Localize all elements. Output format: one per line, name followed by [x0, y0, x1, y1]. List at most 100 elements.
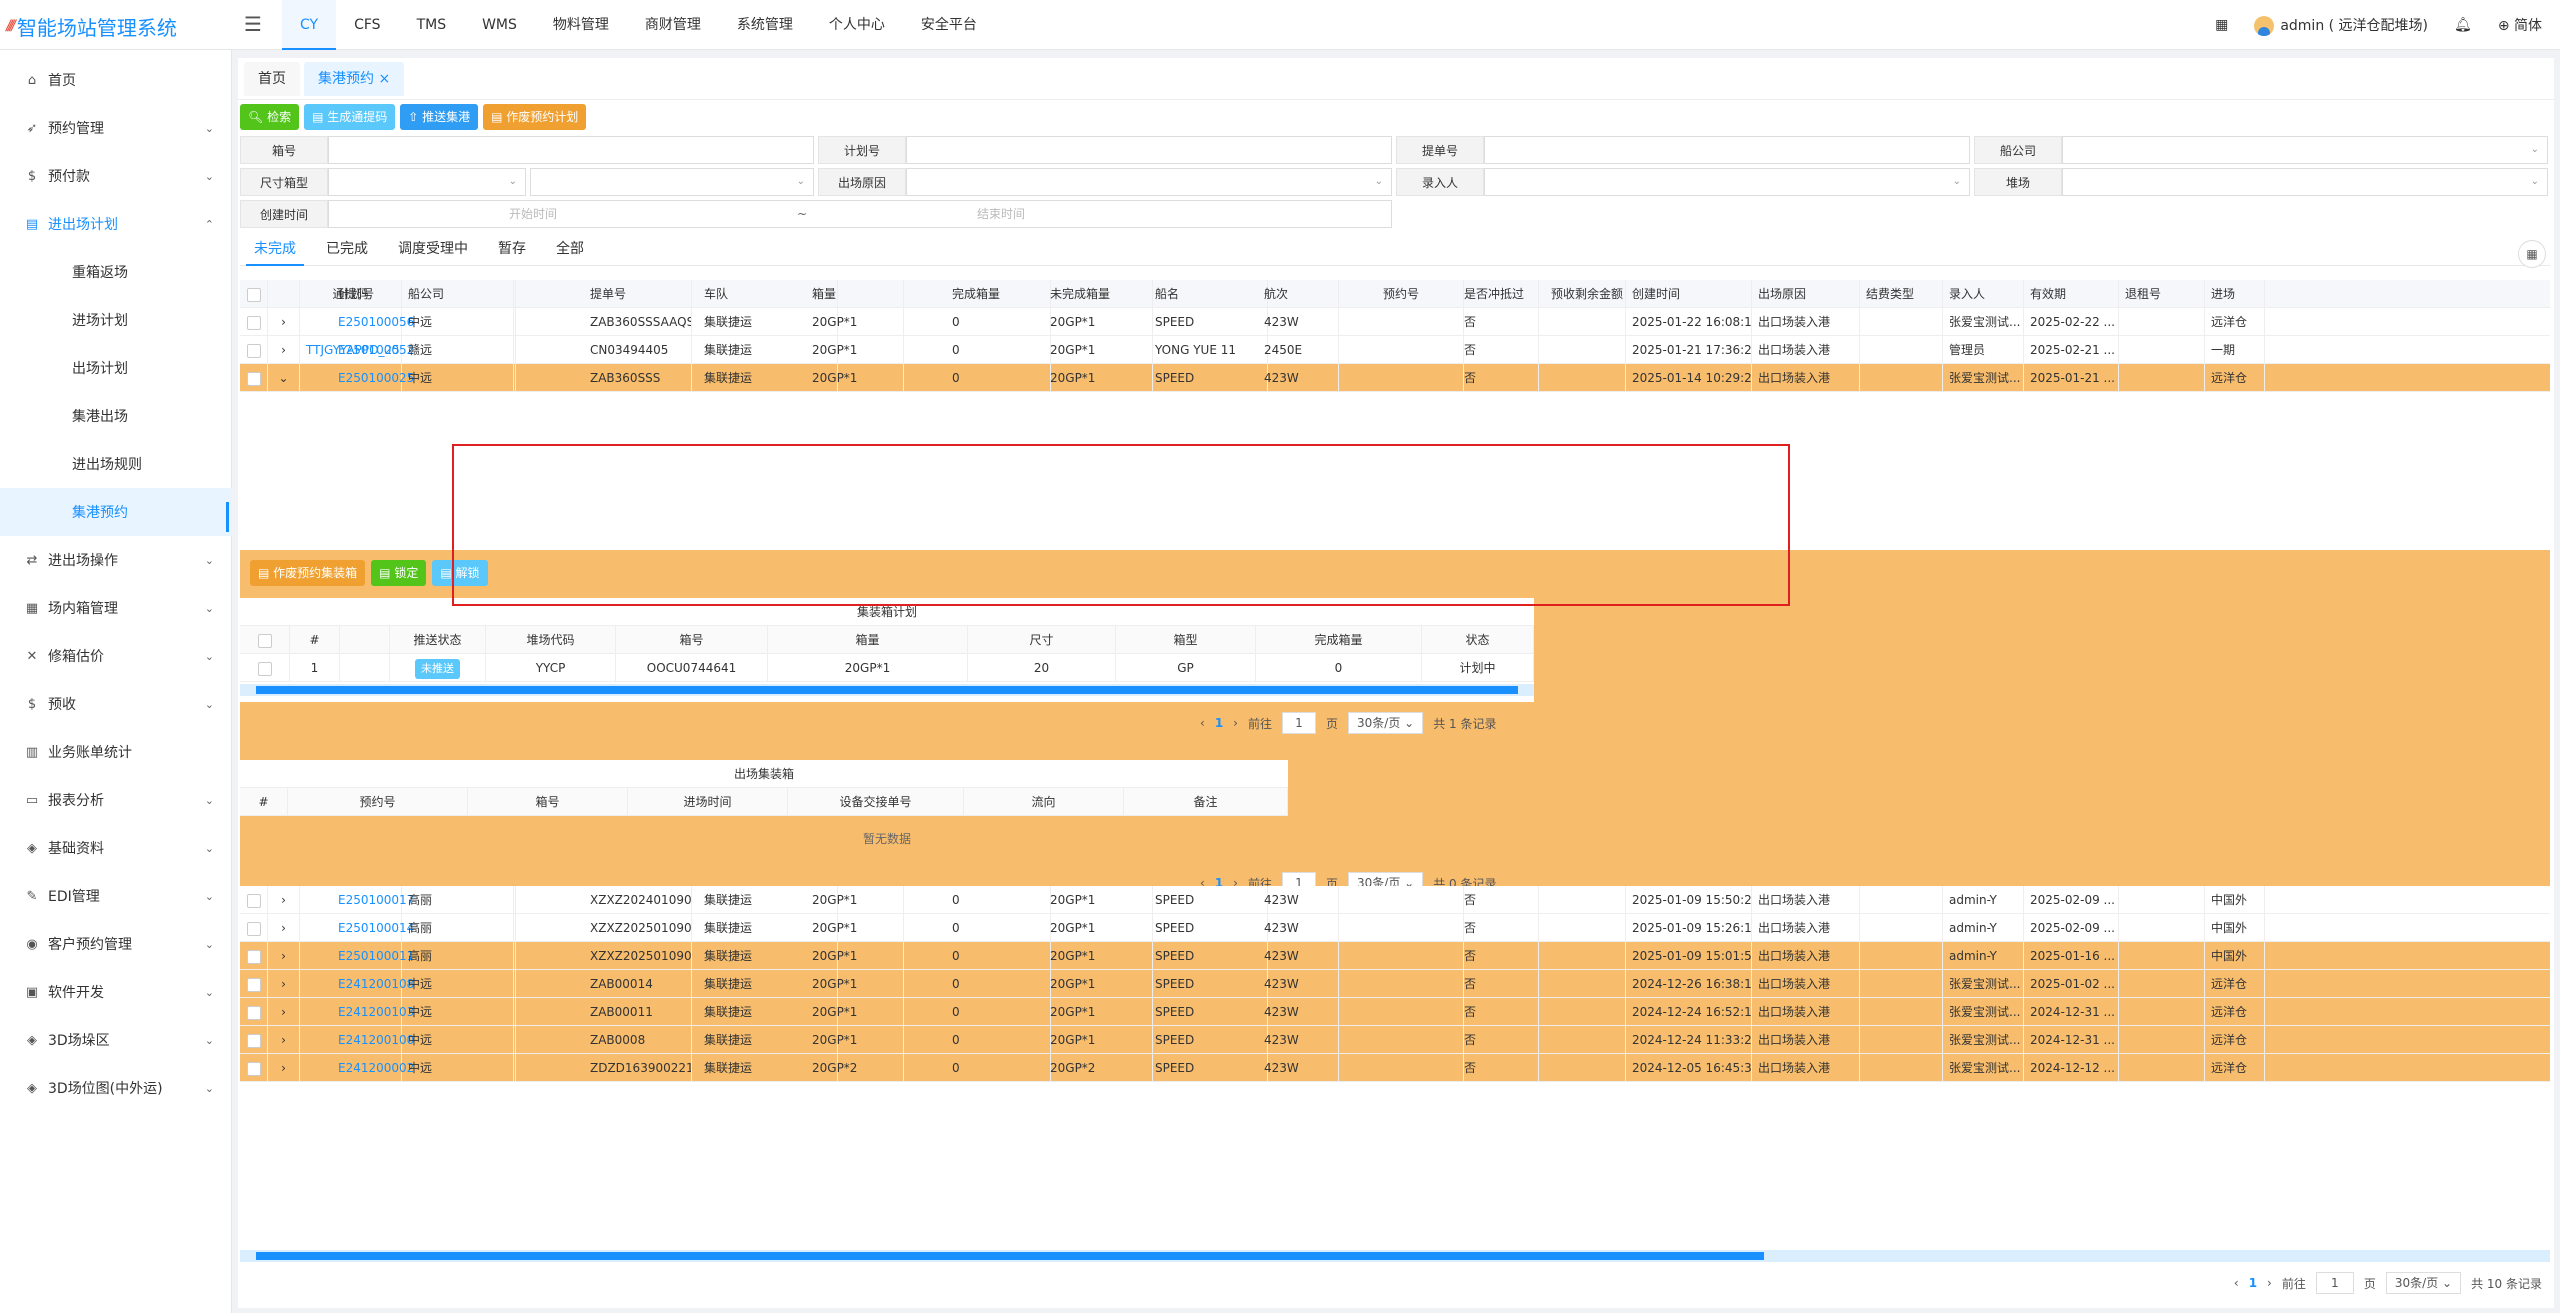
row-checkbox-cell[interactable] [240, 654, 290, 682]
sidebar-item-2[interactable]: $ 预付款 ⌄ [0, 152, 232, 200]
scrollbar-thumb[interactable] [256, 1252, 1764, 1260]
chevron-right-icon[interactable]: › [281, 343, 286, 357]
lock-button[interactable]: ▤ 锁定 [371, 560, 427, 586]
header-checkbox-cell[interactable] [240, 626, 290, 654]
expand-cell[interactable]: › [268, 942, 300, 970]
sidebar-item-9[interactable]: 集港预约 [0, 488, 232, 536]
select-all-checkbox[interactable] [257, 633, 272, 648]
table-row[interactable]: › E241200100 中远 ZAB0008 集联捷运 20GP*1 0 20GP*1 SPE… [240, 1026, 2550, 1054]
created-time-range[interactable]: 开始时间 ~ 结束时间 [328, 200, 1392, 228]
row-checkbox-cell[interactable] [240, 914, 268, 942]
expand-cell[interactable]: › [268, 308, 300, 336]
void-container-button[interactable]: ▤ 作废预约集装箱 [250, 560, 366, 586]
qrcode-icon[interactable]: ▦ [2215, 17, 2228, 33]
sidebar-item-7[interactable]: 集港出场 [0, 392, 232, 440]
sidebar-item-8[interactable]: 进出场规则 [0, 440, 232, 488]
expand-cell[interactable]: › [268, 970, 300, 998]
sidebar-item-6[interactable]: 出场计划 [0, 344, 232, 392]
row-checkbox[interactable] [246, 921, 261, 936]
header-checkbox-cell[interactable] [240, 280, 268, 308]
topnav-item-2[interactable]: TMS [399, 0, 465, 50]
chevron-right-icon[interactable]: › [281, 315, 286, 329]
row-checkbox[interactable] [246, 315, 261, 330]
table-row[interactable]: ›E250100011高丽XZXZ20250109006集联捷运20GP*102… [240, 942, 2550, 970]
row-checkbox-cell[interactable] [240, 336, 268, 364]
sidebar-item-17[interactable]: ✎ EDI管理 ⌄ [0, 872, 232, 920]
row-checkbox[interactable] [246, 949, 261, 964]
topnav-item-3[interactable]: WMS [464, 0, 535, 50]
user-menu[interactable]: admin ( 远洋仓配堆场) [2254, 15, 2428, 36]
sidebar-item-15[interactable]: ▭ 报表分析 ⌄ [0, 776, 232, 824]
plan-no-input[interactable] [906, 136, 1392, 164]
tab-1[interactable]: 集港预约 × [304, 61, 405, 96]
prev-page-icon[interactable]: ‹ [2234, 1276, 2239, 1290]
sidebar-item-16[interactable]: ◈ 基础资料 ⌄ [0, 824, 232, 872]
row-checkbox-cell[interactable] [240, 1026, 268, 1054]
row-checkbox[interactable] [246, 371, 261, 386]
topnav-item-1[interactable]: CFS [336, 0, 398, 50]
goto-page-input[interactable]: 1 [2315, 1272, 2354, 1294]
bell-icon[interactable]: 🔔︎ [2454, 17, 2472, 33]
main-horizontal-scrollbar[interactable] [240, 1250, 2550, 1262]
next-page-icon[interactable]: › [1233, 716, 1238, 730]
row-checkbox-cell[interactable] [240, 308, 268, 336]
sidebar-item-3[interactable]: ▤ 进出场计划 ⌃ [0, 200, 232, 248]
sidebar-item-4[interactable]: 重箱返场 [0, 248, 232, 296]
row-checkbox-cell[interactable] [240, 1054, 268, 1082]
status-tab-2[interactable]: 调度受理中 [390, 234, 476, 266]
status-tab-1[interactable]: 已完成 [318, 234, 376, 266]
container-no-input[interactable] [328, 136, 814, 164]
type-select[interactable]: ⌄ [530, 168, 814, 196]
row-checkbox-cell[interactable] [240, 970, 268, 998]
plan-row[interactable]: 1 未推送 YYCP OOCU0744641 20GP*1 20 GP 0 计划中 [240, 654, 1534, 682]
table-row[interactable]: ⌄ E250100025 中远 ZAB360SSS 集联捷运 20GP*1 0 20GP*1 S… [240, 364, 2550, 392]
status-tab-4[interactable]: 全部 [548, 234, 592, 266]
expand-cell[interactable]: › [268, 1054, 300, 1082]
expand-cell[interactable]: › [268, 886, 300, 914]
app-logo[interactable]: ////智能场站管理系统 [6, 14, 177, 40]
topnav-item-0[interactable]: CY [282, 0, 337, 50]
sidebar-item-19[interactable]: ▣ 软件开发 ⌄ [0, 968, 232, 1016]
row-checkbox[interactable] [246, 343, 261, 358]
table-row[interactable]: › E241200103 中远 ZAB00011 集联捷运 20GP*1 0 20GP*1 SP… [240, 998, 2550, 1026]
sidebar-item-10[interactable]: ⇄ 进出场操作 ⌄ [0, 536, 232, 584]
sidebar-item-5[interactable]: 进场计划 [0, 296, 232, 344]
row-checkbox[interactable] [257, 661, 272, 676]
expand-cell[interactable]: › [268, 1026, 300, 1054]
table-row[interactable]: ›E250100014高丽XZXZ20250109020集联捷运20GP*102… [240, 914, 2550, 942]
push-port-button[interactable]: ⇧ 推送集港 [400, 104, 479, 130]
exit-reason-select[interactable]: ⌄ [906, 168, 1392, 196]
chevron-down-icon[interactable]: ⌄ [278, 371, 288, 385]
search-button[interactable]: 🔍︎ 检索 [240, 104, 300, 130]
table-row[interactable]: › E241200108 中远 ZAB00014 集联捷运 20GP*1 0 20GP*1 SP… [240, 970, 2550, 998]
sidebar-item-12[interactable]: ✕ 修箱估价 ⌄ [0, 632, 232, 680]
page-size-select[interactable]: 30条/页 ⌄ [2385, 1272, 2462, 1294]
chevron-right-icon[interactable]: › [281, 977, 286, 991]
bl-no-input[interactable] [1484, 136, 1970, 164]
language-switch[interactable]: ⊕ 简体 [2498, 15, 2542, 35]
nested-horizontal-scrollbar[interactable] [240, 684, 1534, 696]
menu-collapse-icon[interactable]: ☰ [244, 12, 262, 36]
row-checkbox-cell[interactable] [240, 998, 268, 1026]
row-checkbox[interactable] [246, 1005, 261, 1020]
table-row[interactable]: ›E250100017高丽XZXZ20240109028集联捷运20GP*102… [240, 886, 2550, 914]
sidebar-item-18[interactable]: ◉ 客户预约管理 ⌄ [0, 920, 232, 968]
chevron-right-icon[interactable]: › [281, 1005, 286, 1019]
row-checkbox[interactable] [246, 893, 261, 908]
yard-select[interactable]: ⌄ [2062, 168, 2548, 196]
sidebar-item-14[interactable]: ▥ 业务账单统计 [0, 728, 232, 776]
sidebar-item-0[interactable]: ⌂ 首页 [0, 56, 232, 104]
page-size-select[interactable]: 30条/页 ⌄ [1348, 712, 1424, 734]
sidebar-item-21[interactable]: ◈ 3D场位图(中外运) ⌄ [0, 1064, 232, 1112]
generate-code-button[interactable]: ▤ 生成通提码 [304, 104, 396, 130]
chevron-right-icon[interactable]: › [281, 1033, 286, 1047]
expand-cell[interactable]: › [268, 998, 300, 1026]
chevron-right-icon[interactable]: › [281, 893, 286, 907]
expand-cell[interactable]: ⌄ [268, 364, 300, 392]
close-icon[interactable]: × [374, 71, 390, 87]
sidebar-item-11[interactable]: ▦ 场内箱管理 ⌄ [0, 584, 232, 632]
table-row[interactable]: › E241200002 中远 ZDZD163900221 集联捷运 20GP*2 0 20G… [240, 1054, 2550, 1082]
void-plan-button[interactable]: ▤ 作废预约计划 [483, 104, 587, 130]
expand-cell[interactable]: › [268, 336, 300, 364]
topnav-item-7[interactable]: 个人中心 [811, 0, 903, 50]
